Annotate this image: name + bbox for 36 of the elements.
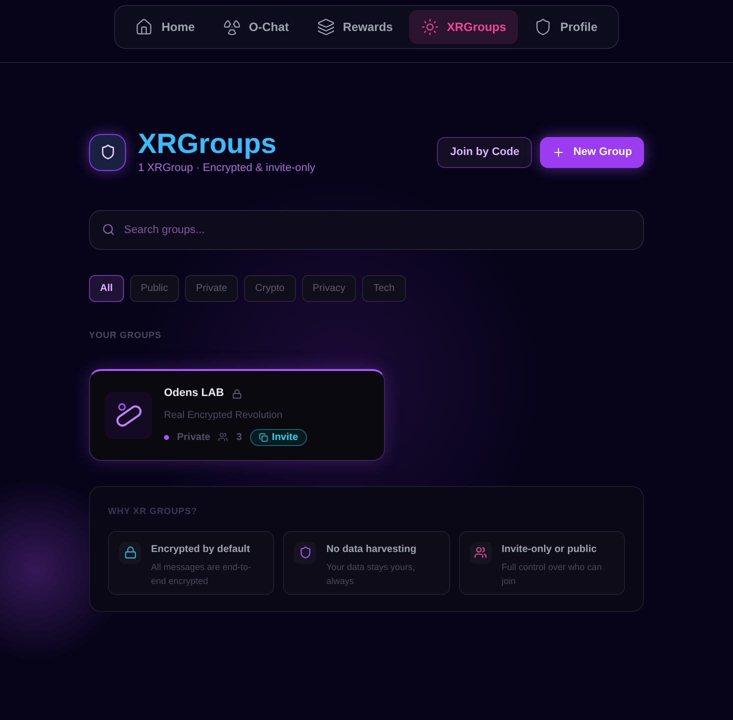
feature-text: Full control over who can join — [502, 560, 603, 588]
nav-tab[interactable]: Rewards — [304, 10, 405, 44]
page-subtitle: 1 XRGroup · Encrypted & invite-only — [138, 161, 316, 176]
nav-tab[interactable]: O-Chat — [210, 10, 301, 44]
panel-title: WHY XR GROUPS? — [108, 505, 198, 518]
house-icon — [135, 18, 154, 36]
search-field[interactable]: Search groups... — [89, 210, 644, 250]
join-by-code-button[interactable]: Join by Code — [437, 136, 532, 168]
members-icon — [218, 432, 228, 442]
search-icon — [102, 222, 115, 236]
radiation-icon — [222, 18, 241, 36]
member-count: 3 — [236, 430, 242, 445]
feature-title: No data harvesting — [326, 542, 418, 556]
group-privacy: Private — [177, 430, 210, 445]
section-title: YOUR GROUPS — [89, 328, 162, 342]
feature-text: All messages are end-to-end encrypted — [151, 560, 252, 588]
nav-tab[interactable]: XRGroups — [408, 10, 518, 44]
shield-badge-icon — [89, 134, 126, 171]
nav-tab[interactable]: Profile — [522, 10, 610, 44]
nav-tab[interactable]: Home — [123, 10, 207, 44]
group-description: Real Encrypted Revolution — [164, 408, 284, 423]
group-card[interactable]: Odens LAB Real Encrypted Revolution Private 3 Invite — [89, 369, 385, 461]
sun-icon — [420, 18, 439, 36]
invite-button[interactable]: Invite — [250, 428, 308, 446]
page-title: XRGroups — [138, 128, 278, 160]
feature-title: Encrypted by default — [151, 542, 251, 556]
feature-text: Your data stays yours, always — [326, 560, 416, 588]
group-name: Odens LAB — [164, 386, 224, 402]
group-avatar-drawing — [105, 392, 152, 439]
feature-title: Invite-only or public — [502, 542, 598, 556]
filter-chip[interactable]: All — [89, 274, 124, 302]
plus-icon — [552, 146, 566, 159]
layers-icon — [316, 18, 335, 36]
copy-icon — [258, 432, 268, 442]
new-group-button[interactable]: New Group — [540, 136, 644, 168]
shield-icon — [534, 18, 552, 36]
